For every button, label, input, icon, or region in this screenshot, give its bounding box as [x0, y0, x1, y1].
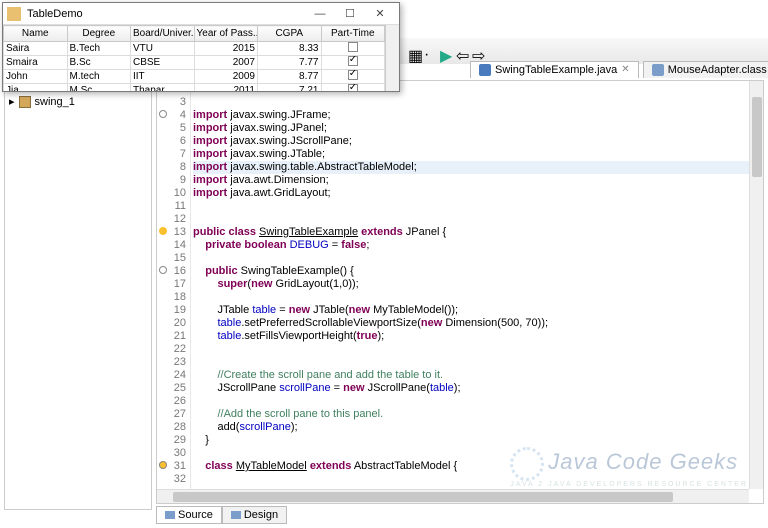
minimize-button[interactable]: — — [305, 5, 335, 23]
source-tab[interactable]: Source — [156, 506, 222, 524]
run-icon[interactable]: ▶ — [440, 46, 450, 56]
maximize-button[interactable]: ☐ — [335, 5, 365, 23]
vertical-scrollbar[interactable] — [749, 81, 763, 489]
close-button[interactable]: ✕ — [365, 5, 395, 23]
code-area[interactable]: import javax.swing.JFrame;import javax.s… — [193, 81, 749, 503]
column-header[interactable]: Part-Time — [321, 26, 385, 42]
source-icon — [165, 511, 175, 519]
checkbox[interactable] — [348, 56, 358, 66]
table-row[interactable]: SmairaB.ScCBSE20077.77 — [4, 56, 385, 70]
toolbar-icon[interactable]: ▦ — [408, 46, 418, 56]
horizontal-scrollbar[interactable] — [157, 489, 749, 503]
column-header[interactable]: Board/Univer.. — [131, 26, 195, 42]
design-icon — [231, 511, 241, 519]
line-gutter: 2345678910111213141516171819202122232425… — [157, 81, 191, 503]
table-row[interactable]: JohnM.techIIT20098.77 — [4, 70, 385, 84]
java-file-icon — [479, 64, 491, 76]
tab-swingtableexample[interactable]: SwingTableExample.java ✕ — [470, 61, 639, 78]
column-header[interactable]: Year of Pass.. — [194, 26, 258, 42]
java-app-icon — [7, 7, 21, 21]
column-header[interactable]: Name — [4, 26, 68, 42]
tabledemo-window[interactable]: TableDemo — ☐ ✕ NameDegreeBoard/Univer..… — [2, 2, 400, 92]
checkbox[interactable] — [348, 84, 358, 91]
toolbar-sep: · — [424, 46, 434, 56]
tab-mouseadapter[interactable]: MouseAdapter.class — [643, 61, 768, 78]
project-icon — [19, 96, 31, 108]
fwd-icon[interactable]: ⇨ — [472, 46, 482, 56]
expand-icon[interactable]: ▸ — [9, 95, 15, 108]
scroll-thumb[interactable] — [173, 492, 673, 502]
code-editor[interactable]: 2345678910111213141516171819202122232425… — [156, 80, 764, 504]
design-tab[interactable]: Design — [222, 506, 287, 524]
table-scrollbar[interactable] — [385, 25, 399, 91]
scroll-thumb[interactable] — [752, 97, 762, 177]
close-icon[interactable]: ✕ — [621, 64, 629, 75]
checkbox[interactable] — [348, 42, 358, 52]
back-icon[interactable]: ⇦ — [456, 46, 466, 56]
window-title: TableDemo — [27, 8, 305, 20]
tab-label: MouseAdapter.class — [668, 64, 767, 76]
tab-label: SwingTableExample.java — [495, 64, 617, 76]
tab-label: Source — [178, 509, 213, 521]
class-file-icon — [652, 64, 664, 76]
column-header[interactable]: CGPA — [258, 26, 322, 42]
project-label: swing_1 — [35, 96, 75, 108]
window-titlebar[interactable]: TableDemo — ☐ ✕ — [3, 3, 399, 25]
data-table[interactable]: NameDegreeBoard/Univer..Year of Pass..CG… — [3, 25, 385, 91]
tab-label: Design — [244, 509, 278, 521]
checkbox[interactable] — [348, 70, 358, 80]
column-header[interactable]: Degree — [67, 26, 131, 42]
project-node[interactable]: ▸ swing_1 — [9, 95, 147, 108]
eclipse-ide: ▦ · ▶ ⇦ ⇨ SwingTableExample.java ✕ Mouse… — [0, 0, 768, 528]
editor-bottom-tabs: Source Design — [156, 506, 287, 524]
editor-tab-bar: SwingTableExample.java ✕ MouseAdapter.cl… — [400, 58, 768, 80]
table-row[interactable]: JiaM.ScThapar20117.21 — [4, 84, 385, 92]
table-viewport[interactable]: NameDegreeBoard/Univer..Year of Pass..CG… — [3, 25, 385, 91]
package-explorer[interactable]: ▸ swing_1 — [4, 90, 152, 510]
table-row[interactable]: SairaB.TechVTU20158.33 — [4, 42, 385, 56]
